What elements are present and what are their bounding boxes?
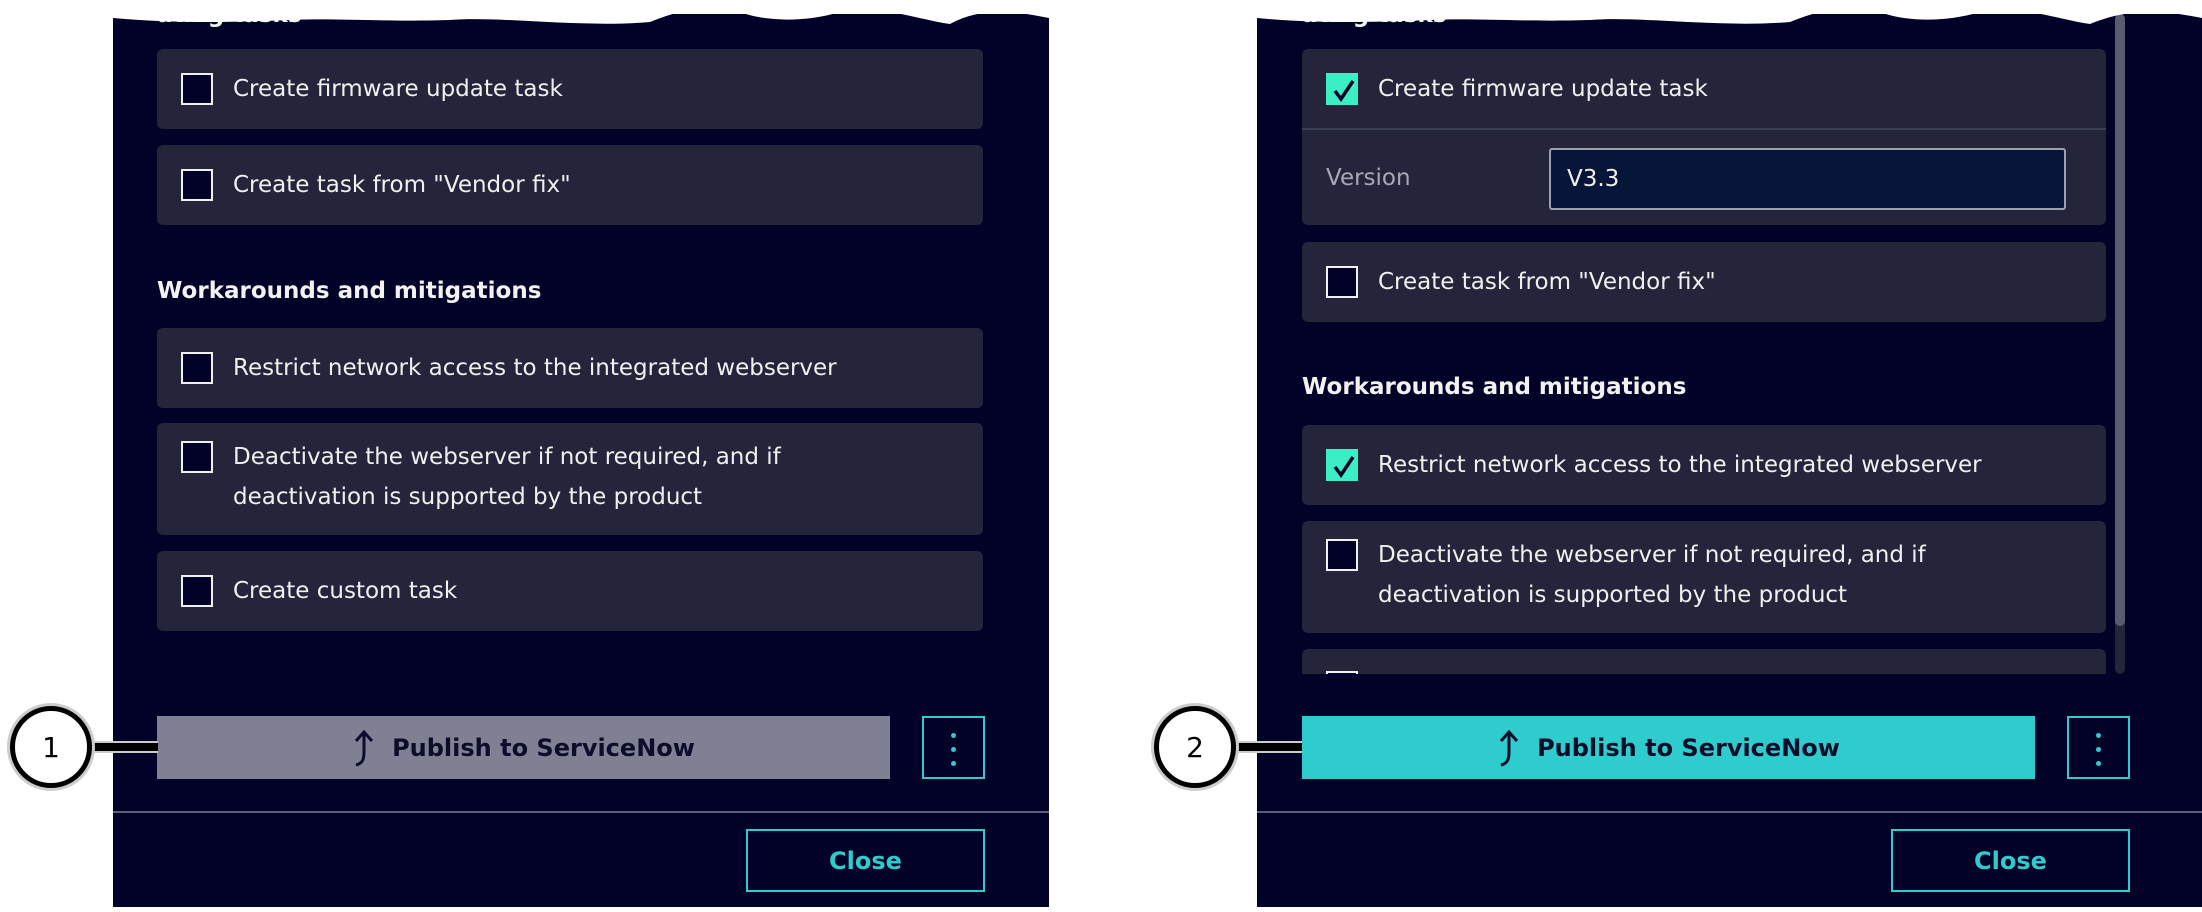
checkmark-icon: [1333, 456, 1355, 479]
version-label: Version: [1326, 165, 1411, 191]
checkbox[interactable]: [1326, 539, 1358, 571]
scrollbar-thumb[interactable]: [2115, 14, 2125, 626]
dot: [2096, 761, 2101, 766]
checkbox[interactable]: [1326, 671, 1358, 674]
callout-number: 2: [1186, 730, 1204, 764]
workaround-deactivate-webserver[interactable]: Deactivate the webserver if not required…: [1302, 521, 2106, 633]
checkbox[interactable]: [1326, 266, 1358, 298]
publish-to-servicenow-button[interactable]: Publish to ServiceNow: [1302, 716, 2035, 779]
option-label: Create task from "Vendor fix": [1378, 269, 1716, 295]
option-label: Deactivate the webserver if not required…: [233, 444, 781, 510]
workaround-custom-task[interactable]: Create custom task: [157, 551, 983, 631]
workaround-deactivate-webserver[interactable]: Deactivate the webserver if not required…: [157, 423, 983, 535]
version-input[interactable]: [1549, 148, 2066, 210]
callout-number: 1: [42, 730, 60, 764]
task-option-firmware-update[interactable]: Create firmware update task: [157, 49, 983, 129]
checkbox[interactable]: [181, 169, 213, 201]
workarounds-heading: Workarounds and mitigations: [157, 278, 542, 304]
checkbox-checked[interactable]: [1326, 73, 1358, 105]
callout-badge-2: 2: [1154, 706, 1236, 788]
callout-badge-1: 1: [10, 706, 92, 788]
card-divider: [1302, 128, 2106, 130]
dialog-panel-enabled-state: ating tasks Create firmware update task …: [1257, 14, 2202, 907]
dot: [2096, 747, 2101, 752]
workaround-restrict-network[interactable]: Restrict network access to the integrate…: [157, 328, 983, 408]
option-label: Deactivate the webserver if not required…: [1378, 542, 1926, 608]
task-option-vendor-fix[interactable]: Create task from "Vendor fix": [1302, 242, 2106, 322]
checkmark-icon: [1333, 80, 1355, 103]
publish-label: Publish to ServiceNow: [392, 733, 695, 762]
dialog-panel-disabled-state: ating tasks Create firmware update task …: [113, 14, 1049, 907]
publish-arrow-icon: [1499, 729, 1519, 766]
more-options-button[interactable]: [922, 716, 985, 779]
option-label: Create custom task: [233, 578, 458, 604]
torn-edge-decoration: [0, 0, 2202, 24]
footer-divider: [1257, 811, 2202, 813]
scroll-area: Create firmware update task Version Crea…: [1257, 14, 2202, 674]
scrollbar-track[interactable]: [2115, 14, 2125, 674]
option-label: Restrict network access to the integrate…: [1378, 452, 1982, 478]
close-button[interactable]: Close: [1891, 829, 2130, 892]
checkbox[interactable]: [181, 575, 213, 607]
checkbox[interactable]: [181, 73, 213, 105]
checkbox[interactable]: [181, 352, 213, 384]
footer-divider: [113, 811, 1049, 813]
dot: [951, 733, 956, 738]
dot: [951, 747, 956, 752]
more-options-button[interactable]: [2067, 716, 2130, 779]
option-label: Create firmware update task: [1378, 76, 1708, 102]
task-option-vendor-fix[interactable]: Create task from "Vendor fix": [157, 145, 983, 225]
task-option-firmware-update[interactable]: Create firmware update task Version: [1302, 49, 2106, 225]
option-label: Restrict network access to the integrate…: [233, 355, 837, 381]
checkbox[interactable]: [181, 441, 213, 473]
dot: [2096, 733, 2101, 738]
option-label: Create task from "Vendor fix": [233, 172, 571, 198]
workaround-restrict-network[interactable]: Restrict network access to the integrate…: [1302, 425, 2106, 505]
checkbox-checked[interactable]: [1326, 449, 1358, 481]
publish-label: Publish to ServiceNow: [1537, 733, 1840, 762]
publish-arrow-icon: [354, 729, 374, 766]
option-label: Create firmware update task: [233, 76, 563, 102]
dot: [951, 761, 956, 766]
workarounds-heading: Workarounds and mitigations: [1302, 374, 1687, 400]
close-button[interactable]: Close: [746, 829, 985, 892]
publish-to-servicenow-button[interactable]: Publish to ServiceNow: [157, 716, 890, 779]
workaround-partial-card[interactable]: [1302, 649, 2106, 674]
